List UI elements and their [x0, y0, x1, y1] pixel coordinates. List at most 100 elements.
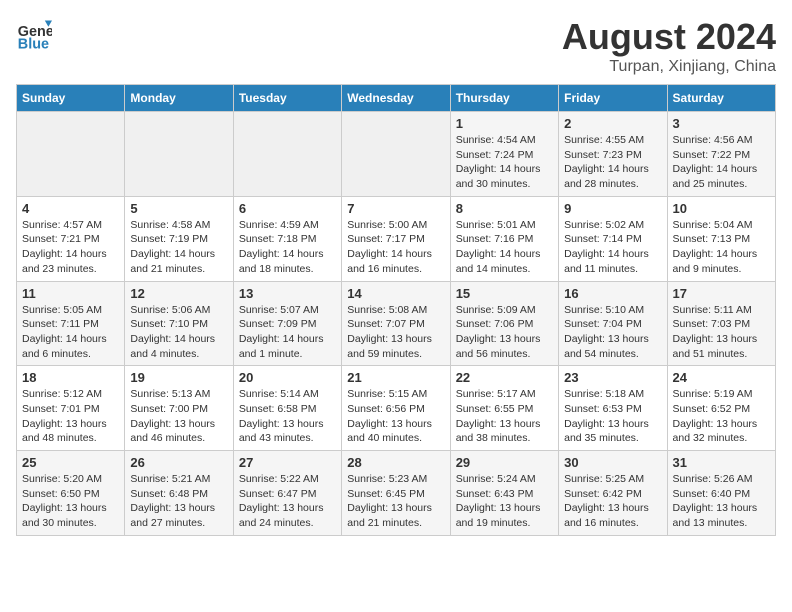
day-number: 16 [564, 286, 661, 301]
day-info: Sunrise: 5:09 AM Sunset: 7:06 PM Dayligh… [456, 303, 553, 362]
calendar-table: SundayMondayTuesdayWednesdayThursdayFrid… [16, 84, 776, 536]
calendar-cell: 7 Sunrise: 5:00 AM Sunset: 7:17 PM Daylig… [342, 196, 450, 281]
calendar-cell: 15 Sunrise: 5:09 AM Sunset: 7:06 PM Dayli… [450, 281, 558, 366]
day-number: 24 [673, 370, 770, 385]
day-info: Sunrise: 5:14 AM Sunset: 6:58 PM Dayligh… [239, 387, 336, 446]
calendar-cell: 10 Sunrise: 5:04 AM Sunset: 7:13 PM Dayli… [667, 196, 775, 281]
calendar-cell: 31 Sunrise: 5:26 AM Sunset: 6:40 PM Dayli… [667, 451, 775, 536]
day-info: Sunrise: 5:19 AM Sunset: 6:52 PM Dayligh… [673, 387, 770, 446]
day-number: 10 [673, 201, 770, 216]
calendar-cell [233, 112, 341, 197]
day-info: Sunrise: 4:57 AM Sunset: 7:21 PM Dayligh… [22, 218, 119, 277]
day-info: Sunrise: 5:11 AM Sunset: 7:03 PM Dayligh… [673, 303, 770, 362]
day-info: Sunrise: 5:26 AM Sunset: 6:40 PM Dayligh… [673, 472, 770, 531]
day-info: Sunrise: 4:59 AM Sunset: 7:18 PM Dayligh… [239, 218, 336, 277]
month-title: August 2024 [562, 16, 776, 58]
day-number: 22 [456, 370, 553, 385]
calendar-cell [342, 112, 450, 197]
day-info: Sunrise: 5:15 AM Sunset: 6:56 PM Dayligh… [347, 387, 444, 446]
svg-text:Blue: Blue [18, 36, 49, 52]
calendar-cell: 19 Sunrise: 5:13 AM Sunset: 7:00 PM Dayli… [125, 366, 233, 451]
weekday-header-row: SundayMondayTuesdayWednesdayThursdayFrid… [17, 85, 776, 112]
day-number: 25 [22, 455, 119, 470]
week-row-4: 18Sunrise: 5:12 AM Sunset: 7:01 PM Dayli… [17, 366, 776, 451]
day-info: Sunrise: 5:05 AM Sunset: 7:11 PM Dayligh… [22, 303, 119, 362]
day-number: 4 [22, 201, 119, 216]
calendar-cell: 2 Sunrise: 4:55 AM Sunset: 7:23 PM Daylig… [559, 112, 667, 197]
weekday-header-saturday: Saturday [667, 85, 775, 112]
page-header: General Blue August 2024 Turpan, Xinjian… [16, 16, 776, 76]
calendar-cell: 22 Sunrise: 5:17 AM Sunset: 6:55 PM Dayli… [450, 366, 558, 451]
weekday-header-tuesday: Tuesday [233, 85, 341, 112]
day-info: Sunrise: 4:58 AM Sunset: 7:19 PM Dayligh… [130, 218, 227, 277]
calendar-cell: 13Sunrise: 5:07 AM Sunset: 7:09 PM Dayli… [233, 281, 341, 366]
day-number: 29 [456, 455, 553, 470]
day-number: 5 [130, 201, 227, 216]
day-number: 21 [347, 370, 444, 385]
calendar-cell: 20Sunrise: 5:14 AM Sunset: 6:58 PM Dayli… [233, 366, 341, 451]
calendar-cell: 29Sunrise: 5:24 AM Sunset: 6:43 PM Dayli… [450, 451, 558, 536]
calendar-cell: 25 Sunrise: 5:20 AM Sunset: 6:50 PM Dayli… [17, 451, 125, 536]
calendar-cell: 4 Sunrise: 4:57 AM Sunset: 7:21 PM Daylig… [17, 196, 125, 281]
day-number: 30 [564, 455, 661, 470]
week-row-3: 11 Sunrise: 5:05 AM Sunset: 7:11 PM Dayli… [17, 281, 776, 366]
logo-icon: General Blue [16, 16, 52, 52]
calendar-cell: 16 Sunrise: 5:10 AM Sunset: 7:04 PM Dayli… [559, 281, 667, 366]
day-number: 1 [456, 116, 553, 131]
weekday-header-sunday: Sunday [17, 85, 125, 112]
day-number: 6 [239, 201, 336, 216]
day-info: Sunrise: 4:54 AM Sunset: 7:24 PM Dayligh… [456, 133, 553, 192]
calendar-cell [125, 112, 233, 197]
day-number: 31 [673, 455, 770, 470]
day-info: Sunrise: 5:12 AM Sunset: 7:01 PM Dayligh… [22, 387, 119, 446]
calendar-cell: 27Sunrise: 5:22 AM Sunset: 6:47 PM Dayli… [233, 451, 341, 536]
calendar-cell: 21 Sunrise: 5:15 AM Sunset: 6:56 PM Dayli… [342, 366, 450, 451]
day-info: Sunrise: 4:56 AM Sunset: 7:22 PM Dayligh… [673, 133, 770, 192]
location-title: Turpan, Xinjiang, China [562, 58, 776, 76]
day-info: Sunrise: 5:21 AM Sunset: 6:48 PM Dayligh… [130, 472, 227, 531]
title-area: August 2024 Turpan, Xinjiang, China [562, 16, 776, 76]
day-info: Sunrise: 5:18 AM Sunset: 6:53 PM Dayligh… [564, 387, 661, 446]
calendar-cell: 17 Sunrise: 5:11 AM Sunset: 7:03 PM Dayli… [667, 281, 775, 366]
calendar-cell: 8 Sunrise: 5:01 AM Sunset: 7:16 PM Daylig… [450, 196, 558, 281]
day-number: 12 [130, 286, 227, 301]
logo: General Blue [16, 16, 52, 52]
calendar-cell: 3Sunrise: 4:56 AM Sunset: 7:22 PM Daylig… [667, 112, 775, 197]
day-info: Sunrise: 5:08 AM Sunset: 7:07 PM Dayligh… [347, 303, 444, 362]
day-info: Sunrise: 5:22 AM Sunset: 6:47 PM Dayligh… [239, 472, 336, 531]
day-info: Sunrise: 5:00 AM Sunset: 7:17 PM Dayligh… [347, 218, 444, 277]
day-number: 19 [130, 370, 227, 385]
calendar-cell: 1 Sunrise: 4:54 AM Sunset: 7:24 PM Daylig… [450, 112, 558, 197]
day-info: Sunrise: 5:17 AM Sunset: 6:55 PM Dayligh… [456, 387, 553, 446]
day-number: 15 [456, 286, 553, 301]
calendar-cell: 14Sunrise: 5:08 AM Sunset: 7:07 PM Dayli… [342, 281, 450, 366]
day-number: 8 [456, 201, 553, 216]
calendar-cell: 24 Sunrise: 5:19 AM Sunset: 6:52 PM Dayli… [667, 366, 775, 451]
day-info: Sunrise: 5:04 AM Sunset: 7:13 PM Dayligh… [673, 218, 770, 277]
calendar-cell: 6 Sunrise: 4:59 AM Sunset: 7:18 PM Daylig… [233, 196, 341, 281]
day-number: 28 [347, 455, 444, 470]
day-number: 2 [564, 116, 661, 131]
day-info: Sunrise: 4:55 AM Sunset: 7:23 PM Dayligh… [564, 133, 661, 192]
calendar-cell: 11 Sunrise: 5:05 AM Sunset: 7:11 PM Dayli… [17, 281, 125, 366]
calendar-cell: 26 Sunrise: 5:21 AM Sunset: 6:48 PM Dayli… [125, 451, 233, 536]
day-info: Sunrise: 5:20 AM Sunset: 6:50 PM Dayligh… [22, 472, 119, 531]
day-info: Sunrise: 5:01 AM Sunset: 7:16 PM Dayligh… [456, 218, 553, 277]
day-info: Sunrise: 5:13 AM Sunset: 7:00 PM Dayligh… [130, 387, 227, 446]
day-number: 17 [673, 286, 770, 301]
calendar-cell: 23Sunrise: 5:18 AM Sunset: 6:53 PM Dayli… [559, 366, 667, 451]
weekday-header-monday: Monday [125, 85, 233, 112]
day-number: 11 [22, 286, 119, 301]
calendar-cell: 18Sunrise: 5:12 AM Sunset: 7:01 PM Dayli… [17, 366, 125, 451]
weekday-header-thursday: Thursday [450, 85, 558, 112]
day-number: 7 [347, 201, 444, 216]
weekday-header-friday: Friday [559, 85, 667, 112]
calendar-cell: 12Sunrise: 5:06 AM Sunset: 7:10 PM Dayli… [125, 281, 233, 366]
week-row-1: 1 Sunrise: 4:54 AM Sunset: 7:24 PM Daylig… [17, 112, 776, 197]
calendar-cell: 30 Sunrise: 5:25 AM Sunset: 6:42 PM Dayli… [559, 451, 667, 536]
day-info: Sunrise: 5:25 AM Sunset: 6:42 PM Dayligh… [564, 472, 661, 531]
day-number: 26 [130, 455, 227, 470]
day-number: 13 [239, 286, 336, 301]
week-row-5: 25 Sunrise: 5:20 AM Sunset: 6:50 PM Dayli… [17, 451, 776, 536]
day-info: Sunrise: 5:10 AM Sunset: 7:04 PM Dayligh… [564, 303, 661, 362]
